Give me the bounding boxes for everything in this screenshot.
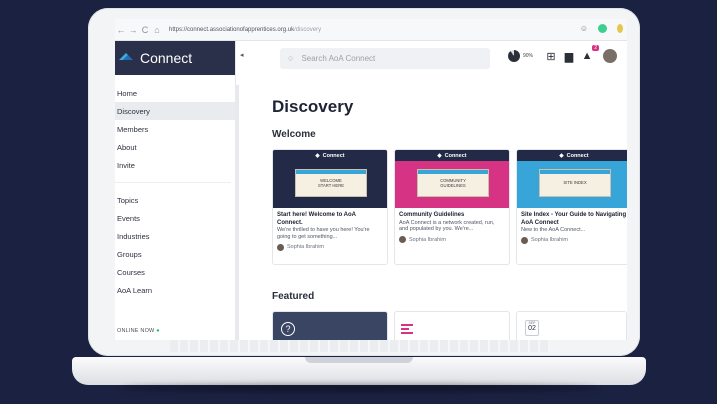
messages-icon[interactable]: ▆ <box>563 50 575 63</box>
search-icon: ○ <box>288 53 294 63</box>
event-day: 02 <box>528 325 536 332</box>
header-tools: 90% ⊞ ▆ ▲ 2 <box>508 45 618 63</box>
profile-icon[interactable]: ☺ <box>580 24 588 33</box>
card-header: ◆ Connect <box>273 150 387 161</box>
card-thumb-text: COMMUNITY GUIDELINES <box>417 169 489 197</box>
notifications-badge: 2 <box>592 45 600 51</box>
card-header: ◆ Connect <box>517 150 627 161</box>
reload-button[interactable]: C <box>139 25 151 35</box>
card-thumbnail: ◆ Connect COMMUNITY GUIDELINES <box>395 150 509 208</box>
author-name: Sophia Ibrahim <box>287 244 324 251</box>
laptop-shadow <box>120 384 598 392</box>
brand-name: Connect <box>140 50 193 66</box>
author-name: Sophia Ibrahim <box>409 236 446 243</box>
card-site-index[interactable]: ◆ Connect SITE INDEX Site Index - Your G… <box>516 149 627 265</box>
sidebar-item-industries[interactable]: Industries <box>115 227 235 245</box>
back-button[interactable]: ← <box>115 25 127 35</box>
laptop-screen: ← → C ⌂ https://connect.associationofapp… <box>115 19 627 340</box>
featured-card-help[interactable]: ? <box>272 311 388 340</box>
card-description: New to the AoA Connect... <box>521 227 586 233</box>
card-title: Start here! Welcome to AoA Connect. <box>277 212 356 226</box>
brand[interactable]: Connect <box>115 41 235 75</box>
card-thumb-text: SITE INDEX <box>539 169 611 197</box>
online-now-label: ONLINE NOW <box>117 328 155 334</box>
card-author[interactable]: Sophia Ibrahim <box>521 236 627 244</box>
card-description: We're thrilled to have you here! You're … <box>277 227 370 240</box>
author-avatar <box>277 243 284 251</box>
url-path: /discovery <box>294 26 322 33</box>
calendar-date-icon: SEP 02 <box>525 320 539 336</box>
sidebar-scrollbar[interactable] <box>235 85 239 340</box>
online-dot-icon: ● <box>156 328 160 334</box>
page-title: Discovery <box>272 97 354 116</box>
search-placeholder: Search AoA Connect <box>301 53 376 63</box>
browser-toolbar: ← → C ⌂ https://connect.associationofapp… <box>115 19 627 41</box>
sidebar-item-topics[interactable]: Topics <box>115 191 235 209</box>
laptop-keyboard <box>170 340 550 352</box>
app-header: ○ Search AoA Connect 90% ⊞ ▆ ▲ 2 <box>240 41 627 75</box>
sidebar-item-members[interactable]: Members <box>115 120 235 138</box>
sidebar-item-discovery[interactable]: Discovery <box>115 102 235 120</box>
card-thumbnail: ◆ Connect SITE INDEX <box>517 150 627 208</box>
search-input[interactable]: ○ Search AoA Connect <box>280 47 490 69</box>
card-author[interactable]: Sophia Ibrahim <box>277 243 383 251</box>
progress-pie-icon <box>508 50 520 62</box>
welcome-section-title: Welcome <box>272 129 316 140</box>
card-thumbnail: ◆ Connect WELCOME START HERE <box>273 150 387 208</box>
sidebar-item-events[interactable]: Events <box>115 209 235 227</box>
sidebar-nav-primary: Home Discovery Members About Invite <box>115 84 235 174</box>
sidebar-nav-secondary: Topics Events Industries Groups Courses … <box>115 191 235 299</box>
card-title: Community Guidelines <box>399 212 465 218</box>
card-title: Site Index - Your Guide to Navigating Ao… <box>521 212 627 226</box>
featured-card-article[interactable] <box>394 311 510 340</box>
sidebar-item-groups[interactable]: Groups <box>115 245 235 263</box>
extension-icon-green[interactable] <box>598 24 607 33</box>
question-mark-icon: ? <box>281 322 295 336</box>
user-avatar[interactable] <box>603 49 618 63</box>
main-content: Discovery Welcome ◆ Connect WELCOME STAR… <box>240 75 627 340</box>
featured-card-event[interactable]: SEP 02 <box>516 311 627 340</box>
create-post-icon[interactable]: ⊞ <box>545 50 557 63</box>
sidebar-item-about[interactable]: About <box>115 138 235 156</box>
notifications-icon[interactable]: ▲ 2 <box>581 45 600 62</box>
sidebar-item-home[interactable]: Home <box>115 84 235 102</box>
sidebar-item-courses[interactable]: Courses <box>115 263 235 281</box>
sidebar-item-aoa-learn[interactable]: AoA Learn <box>115 281 235 299</box>
online-now[interactable]: ONLINE NOW ● <box>117 328 160 334</box>
connect-logo-icon <box>119 53 133 60</box>
sidebar-item-invite[interactable]: Invite <box>115 156 235 174</box>
card-description: AoA Connect is a network created, run, a… <box>399 219 495 233</box>
card-header: ◆ Connect <box>395 150 509 161</box>
sidebar-divider <box>115 182 231 183</box>
progress-label: 90% <box>523 53 534 59</box>
author-name: Sophia Ibrahim <box>531 237 568 244</box>
home-icon[interactable]: ⌂ <box>151 25 163 35</box>
card-thumb-text: WELCOME START HERE <box>295 169 367 197</box>
sidebar: Connect Home Discovery Members About Inv… <box>115 41 236 340</box>
laptop-notch <box>305 357 413 363</box>
profile-progress[interactable]: 90% <box>508 50 533 62</box>
author-avatar <box>399 236 406 244</box>
featured-section-title: Featured <box>272 291 315 302</box>
card-community-guidelines[interactable]: ◆ Connect COMMUNITY GUIDELINES Community… <box>394 149 510 265</box>
forward-button[interactable]: → <box>127 25 139 35</box>
card-author[interactable]: Sophia Ibrahim <box>399 236 505 244</box>
welcome-cards: ◆ Connect WELCOME START HERE Start here!… <box>272 149 627 265</box>
address-bar[interactable]: https://connect.associationofapprentices… <box>169 27 321 33</box>
author-avatar <box>521 236 528 244</box>
article-lines-icon <box>401 324 413 336</box>
card-start-here[interactable]: ◆ Connect WELCOME START HERE Start here!… <box>272 149 388 265</box>
url-host: https://connect.associationofapprentices… <box>169 26 295 33</box>
extension-icon-yellow[interactable] <box>617 24 623 33</box>
